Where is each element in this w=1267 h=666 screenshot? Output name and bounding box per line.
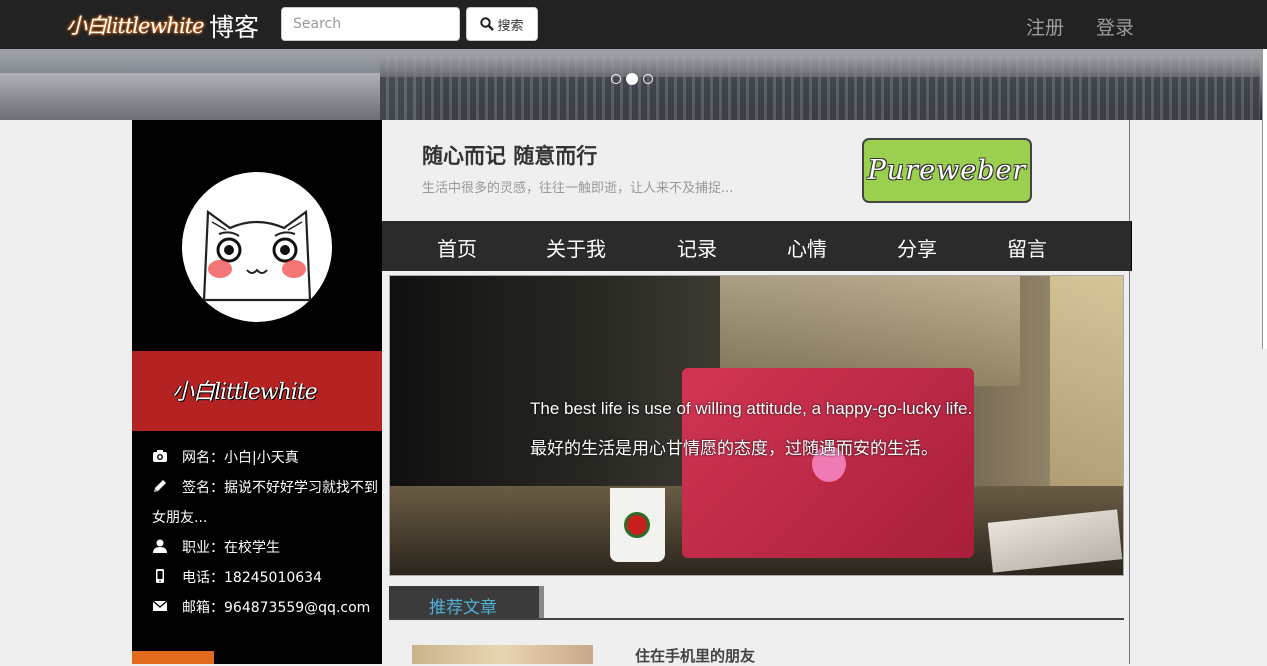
- register-link[interactable]: 注册: [1026, 13, 1064, 40]
- phone-icon: [156, 569, 164, 583]
- info-phone: 电话：18245010634: [152, 563, 380, 593]
- cat-face-illustration: [202, 209, 312, 302]
- post-title[interactable]: 住在手机里的朋友: [635, 645, 755, 666]
- menu-item-about[interactable]: 关于我: [546, 233, 606, 262]
- search-button-label: 搜索: [497, 18, 524, 34]
- profile-sidebar: 小白littlewhite 网名：小白|小天真 签名：据说不好好学习就找不到女朋…: [132, 120, 382, 664]
- login-link[interactable]: 登录: [1096, 13, 1134, 40]
- sidebar-logo-bar: 小白littlewhite: [132, 351, 382, 431]
- menu-item-share[interactable]: 分享: [897, 233, 937, 262]
- sidebar-accent-strip: [132, 651, 214, 664]
- search-icon: [480, 17, 495, 31]
- info-email: 邮箱：964873559@qq.com: [152, 593, 380, 623]
- sidebar-logo: 小白littlewhite: [172, 380, 318, 405]
- hero-quote-english: The best life is use of willing attitude…: [530, 399, 973, 418]
- info-occupation-text: 职业：在校学生: [182, 540, 280, 556]
- site-logo[interactable]: 小白littlewhite: [66, 10, 205, 40]
- top-navbar: 小白littlewhite 博客 搜索 注册 登录: [0, 0, 1267, 49]
- info-signature: 签名：据说不好好学习就找不到女朋友...: [152, 473, 380, 533]
- hero-mug: [610, 488, 665, 562]
- site-motto: 随心而记 随意而行: [422, 144, 598, 168]
- user-icon: [153, 539, 167, 553]
- hero-lamp: [1050, 276, 1123, 486]
- main-content: 随心而记 随意而行 生活中很多的灵感，往往一触即逝，让人来不及捕捉... Pur…: [382, 120, 1132, 666]
- info-signature-text: 签名：据说不好好学习就找不到女朋友...: [152, 480, 378, 526]
- carousel-dot-2[interactable]: [626, 73, 638, 85]
- info-phone-text: 电话：18245010634: [182, 570, 322, 586]
- tab-recommended[interactable]: 推荐文章: [389, 586, 544, 620]
- info-occupation: 职业：在校学生: [152, 533, 380, 563]
- ladybug-icon: [624, 512, 650, 538]
- info-nickname-text: 网名：小白|小天真: [182, 450, 299, 466]
- carousel-dot-1[interactable]: [611, 74, 621, 84]
- tab-divider: [389, 618, 1124, 620]
- tab-recommended-label: 推荐文章: [429, 598, 497, 618]
- camera-icon: [153, 450, 167, 462]
- search-input[interactable]: [281, 7, 460, 41]
- envelope-icon: [152, 600, 168, 611]
- post-thumbnail[interactable]: [412, 645, 593, 664]
- avatar: [182, 172, 332, 322]
- menu-item-mood[interactable]: 心情: [787, 233, 827, 262]
- page-scrollbar[interactable]: [1262, 49, 1267, 349]
- site-subtitle: 生活中很多的灵感，往往一触即逝，让人来不及捕捉...: [422, 181, 734, 196]
- banner-skyline: [380, 57, 1260, 77]
- info-email-text: 邮箱：964873559@qq.com: [182, 600, 371, 616]
- info-nickname: 网名：小白|小天真: [152, 443, 380, 473]
- pencil-icon: [154, 480, 166, 492]
- menu-item-home[interactable]: 首页: [437, 233, 477, 262]
- pureweber-badge[interactable]: Pureweber: [862, 138, 1032, 203]
- hero-quote-chinese: 最好的生活是用心甘情愿的态度，过随遇而安的生活。: [530, 439, 938, 459]
- brand-title[interactable]: 博客: [209, 8, 259, 44]
- hero-image: The best life is use of willing attitude…: [389, 275, 1124, 576]
- carousel-dot-3[interactable]: [643, 74, 653, 84]
- menu-item-guestbook[interactable]: 留言: [1007, 233, 1047, 262]
- main-menu: 首页 关于我 记录 心情 分享 留言: [382, 221, 1132, 271]
- banner-river: [0, 73, 420, 120]
- search-button[interactable]: 搜索: [466, 7, 538, 41]
- menu-item-notes[interactable]: 记录: [677, 233, 717, 262]
